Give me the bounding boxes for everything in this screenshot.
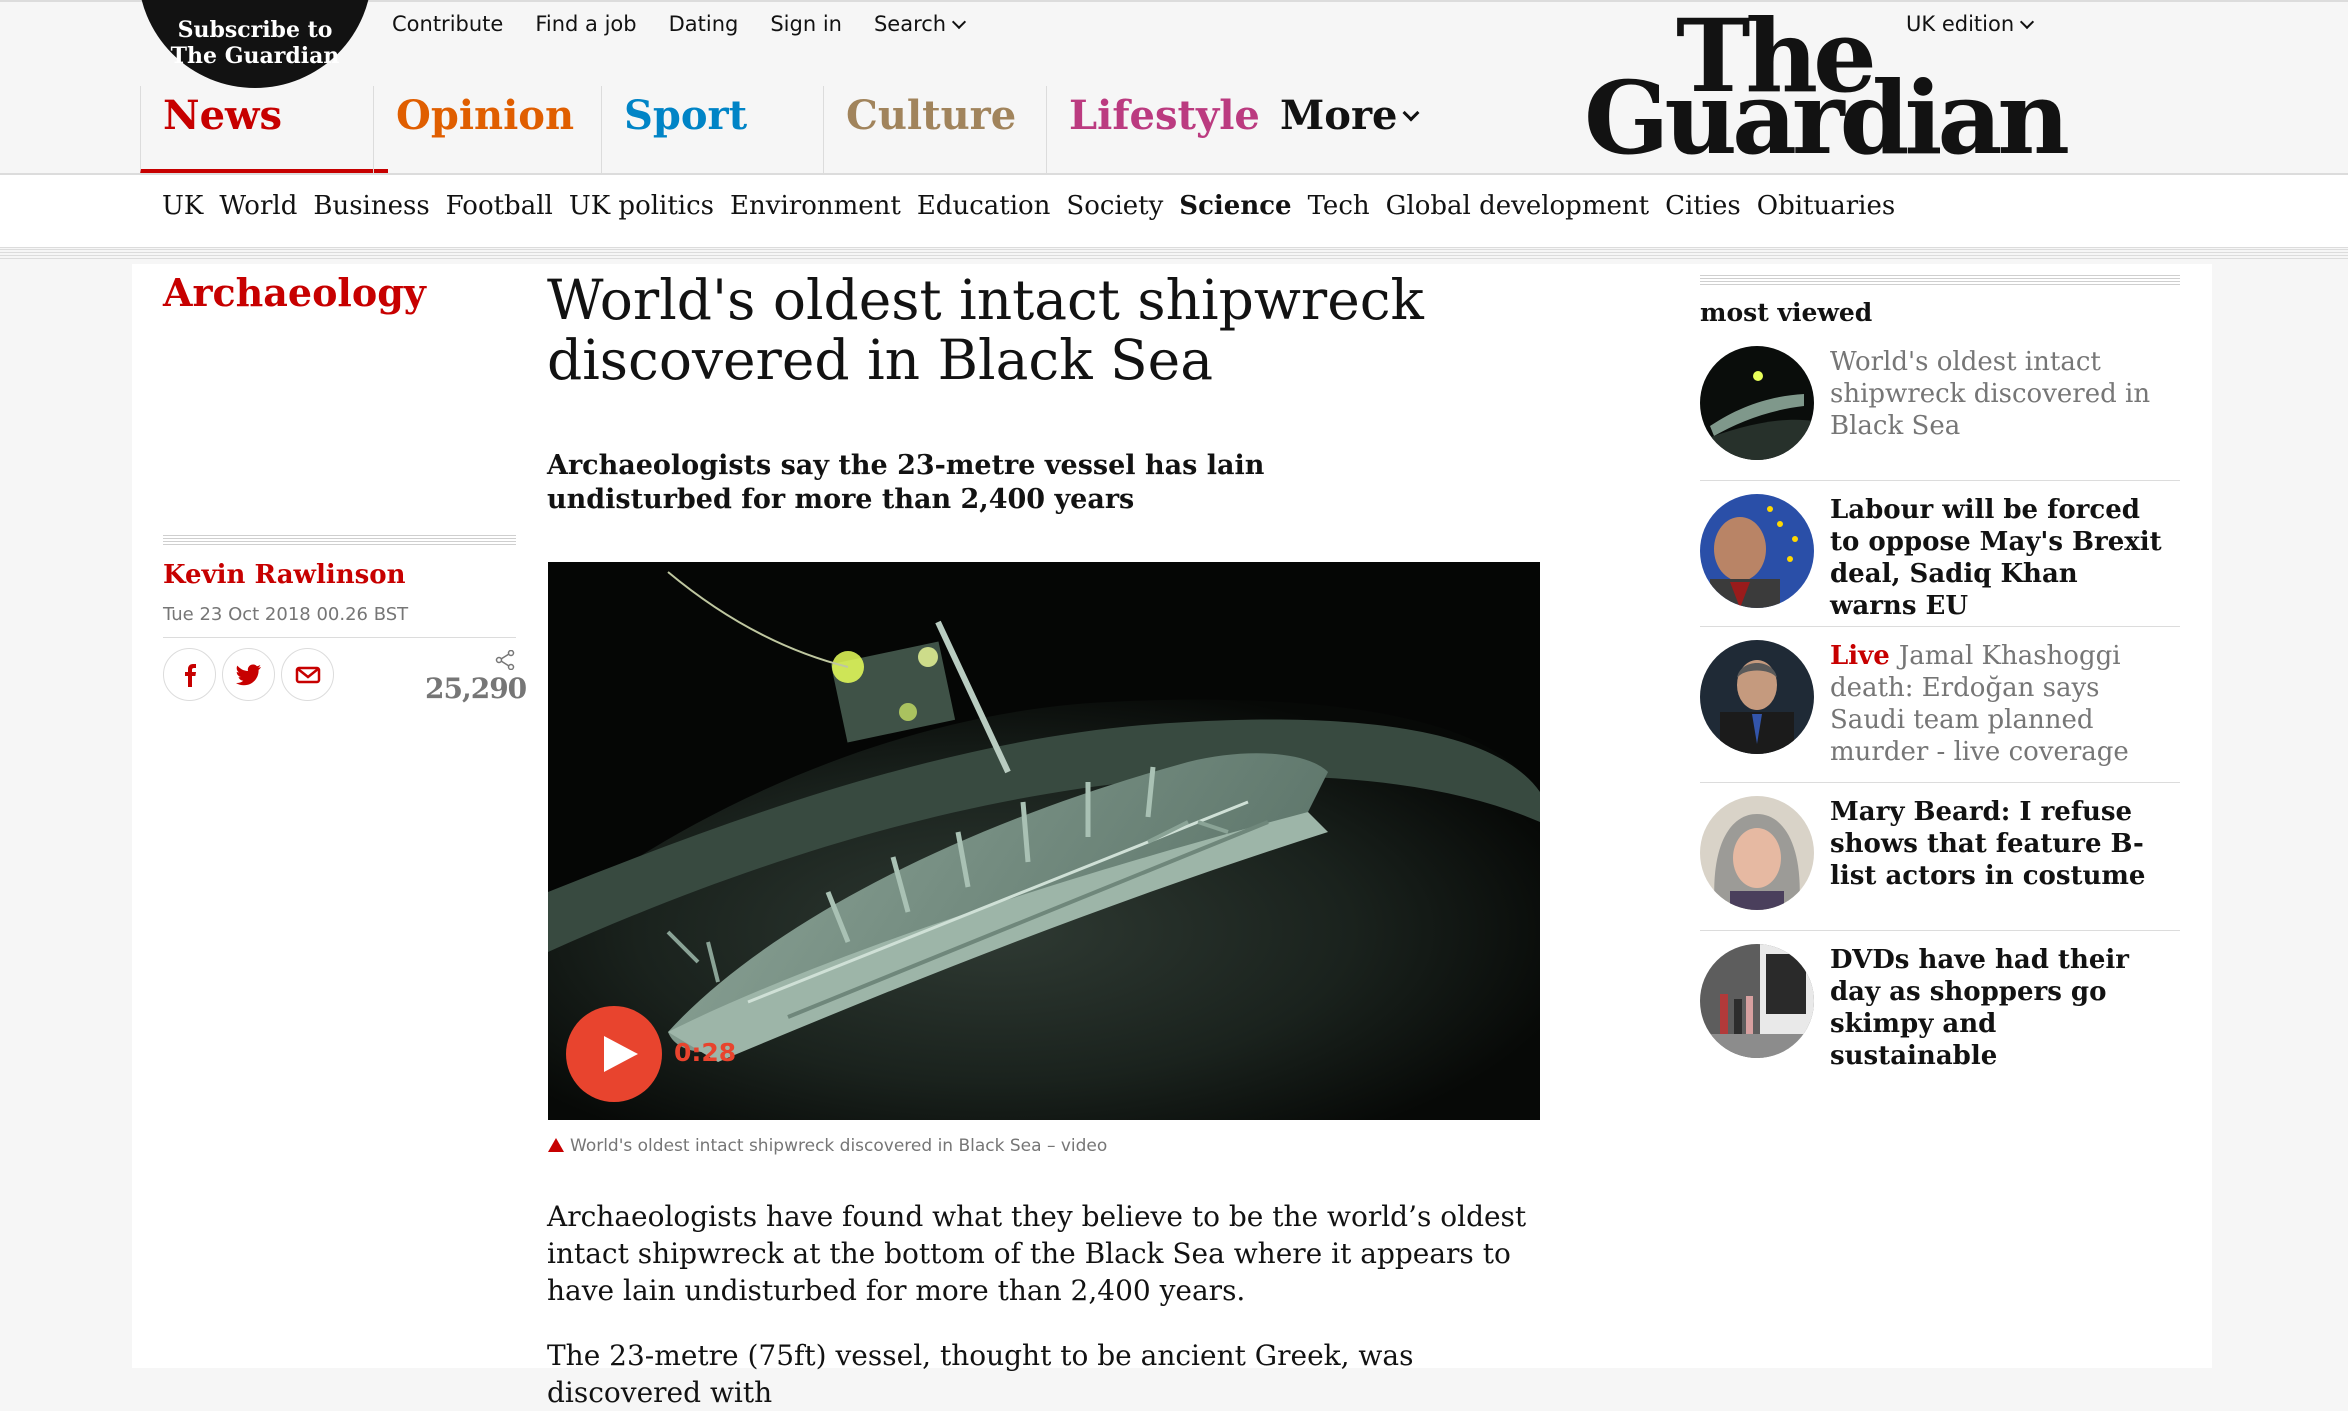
pillar-culture[interactable]: Culture	[823, 86, 1055, 174]
share-icon	[495, 650, 515, 670]
pillar-sport[interactable]: Sport	[601, 86, 833, 174]
sub-nav-item-global-development[interactable]: Global development	[1386, 191, 1649, 221]
sub-nav-item-uk-politics[interactable]: UK politics	[569, 191, 714, 221]
most-viewed-headline: World's oldest intact shipwreck discover…	[1830, 347, 2151, 441]
meta-rule-lines	[163, 535, 516, 547]
sub-nav-item-society[interactable]: Society	[1066, 191, 1163, 221]
sub-nav-items: UK World Business Football UK politics Enviro…	[162, 191, 1911, 221]
pillar-opinion-label: Opinion	[396, 92, 575, 139]
dating-link[interactable]: Dating	[669, 12, 739, 36]
pillar-opinion[interactable]: Opinion	[373, 86, 605, 174]
video-caption: World's oldest intact shipwreck discover…	[548, 1136, 1107, 1156]
pillar-sport-label: Sport	[624, 92, 748, 139]
pillar-news-label: News	[163, 92, 282, 139]
facebook-icon	[184, 663, 196, 687]
top-links: Contribute Find a job Dating Sign in Sea…	[392, 12, 996, 36]
sub-nav-item-tech[interactable]: Tech	[1308, 191, 1370, 221]
share-email-button[interactable]	[281, 648, 334, 701]
pillar-news[interactable]: News	[140, 86, 388, 174]
contribute-link[interactable]: Contribute	[392, 12, 503, 36]
site-header: Subscribe to The Guardian Contribute Fin…	[0, 0, 2348, 175]
body-paragraph: The 23-metre (75ft) vessel, thought to b…	[547, 1339, 1414, 1409]
most-viewed-item[interactable]: World's oldest intact shipwreck discover…	[1700, 346, 2180, 466]
video-caption-text: World's oldest intact shipwreck discover…	[570, 1136, 1108, 1156]
most-viewed-divider	[1700, 782, 2180, 783]
pillar-lifestyle-label: Lifestyle	[1069, 92, 1260, 139]
most-viewed-headline: Live Jamal Khashoggi death: Erdoğan says…	[1830, 640, 2170, 768]
email-icon	[295, 666, 320, 683]
sub-nav: UK World Business Football UK politics Enviro…	[0, 175, 2348, 248]
triangle-icon	[548, 1138, 564, 1152]
sub-nav-item-business[interactable]: Business	[313, 191, 429, 221]
most-viewed-item[interactable]: Labour will be forced to oppose May's Br…	[1700, 494, 2180, 621]
headline: World's oldest intact shipwreck discover…	[547, 268, 1424, 392]
most-viewed-headline: DVDs have had their day as shoppers go s…	[1830, 945, 2129, 1071]
search-label: Search	[873, 12, 947, 36]
body-paragraph: Archaeologists have found what they beli…	[547, 1200, 1527, 1307]
logo-line-2: Guardian	[1584, 59, 2070, 177]
shipwreck-thumbnail	[1700, 346, 1814, 460]
sadiq-khan-thumbnail	[1700, 494, 1814, 608]
subscribe-button[interactable]: Subscribe to The Guardian	[138, 0, 372, 88]
pillar-more[interactable]: More	[1268, 86, 1420, 174]
guardian-logo[interactable]: The Guardian	[1584, 6, 2070, 177]
pillar-lifestyle[interactable]: Lifestyle	[1046, 86, 1278, 174]
search-link[interactable]: Search	[873, 12, 967, 36]
video-player[interactable]: 0:28	[548, 562, 1540, 1120]
most-viewed-item[interactable]: Mary Beard: I refuse shows that feature …	[1700, 796, 2180, 916]
pillar-culture-label: Culture	[846, 92, 1017, 139]
most-viewed-item[interactable]: DVDs have had their day as shoppers go s…	[1700, 944, 2180, 1071]
twitter-icon	[235, 663, 261, 685]
section-label[interactable]: Archaeology	[163, 270, 426, 315]
shoppers-street-thumbnail	[1700, 944, 1814, 1058]
most-viewed-divider	[1700, 930, 2180, 931]
sub-nav-item-environment[interactable]: Environment	[730, 191, 901, 221]
most-viewed-headline: Labour will be forced to oppose May's Br…	[1830, 495, 2162, 621]
sub-nav-item-education[interactable]: Education	[917, 191, 1051, 221]
meta-divider	[163, 637, 516, 638]
dateline: Tue 23 Oct 2018 00.26 BST	[163, 604, 409, 625]
sub-nav-item-world[interactable]: World	[219, 191, 297, 221]
most-viewed-divider	[1700, 626, 2180, 627]
byline[interactable]: Kevin Rawlinson	[163, 560, 405, 590]
erdogan-thumbnail	[1700, 640, 1814, 754]
chevron-down-icon	[1402, 104, 1420, 122]
sub-nav-item-football[interactable]: Football	[446, 191, 553, 221]
most-viewed-divider	[1700, 480, 2180, 481]
share-count: 25,290	[425, 672, 527, 705]
sub-nav-item-uk[interactable]: UK	[162, 191, 203, 221]
find-a-job-link[interactable]: Find a job	[535, 12, 636, 36]
sub-nav-item-obituaries[interactable]: Obituaries	[1757, 191, 1895, 221]
video-duration: 0:28	[674, 1038, 737, 1067]
mary-beard-thumbnail	[1700, 796, 1814, 910]
share-facebook-button[interactable]	[163, 648, 216, 701]
sub-nav-item-science[interactable]: Science	[1179, 191, 1291, 221]
sign-in-link[interactable]: Sign in	[770, 12, 842, 36]
nav-rule-lines	[0, 249, 2348, 259]
sub-nav-item-cities[interactable]: Cities	[1665, 191, 1741, 221]
most-viewed-title: most viewed	[1700, 298, 1873, 327]
live-label: Live	[1830, 641, 1890, 671]
chevron-down-icon	[952, 14, 967, 30]
pillar-more-label: More	[1280, 92, 1398, 139]
most-viewed-rule-lines	[1700, 275, 2180, 287]
play-button[interactable]	[566, 1006, 662, 1102]
most-viewed-headline: Mary Beard: I refuse shows that feature …	[1830, 797, 2146, 891]
subscribe-label: Subscribe to The Guardian	[170, 17, 340, 69]
most-viewed-item[interactable]: Live Jamal Khashoggi death: Erdoğan says…	[1700, 640, 2180, 790]
share-twitter-button[interactable]	[222, 648, 275, 701]
shipwreck-video-thumbnail	[548, 562, 1540, 1120]
standfirst: Archaeologists say the 23-metre vessel h…	[547, 450, 1265, 515]
